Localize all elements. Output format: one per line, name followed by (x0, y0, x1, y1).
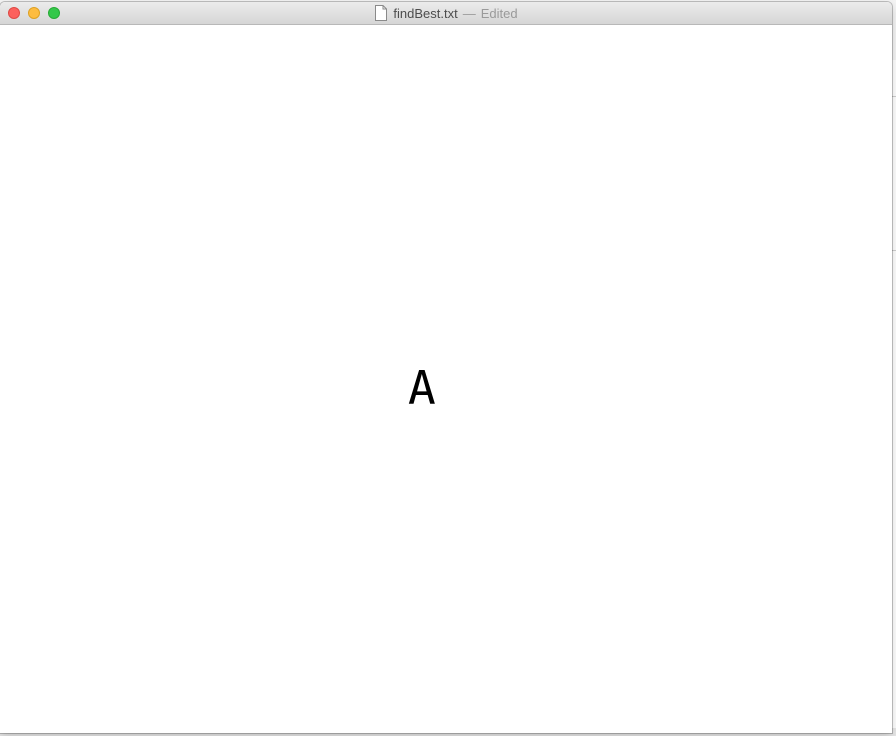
title-bar[interactable]: findBest.txt — Edited (0, 2, 892, 25)
text-editor-window: findBest.txt — Edited A (0, 2, 892, 733)
text-editor-area[interactable]: A (0, 25, 892, 733)
document-icon[interactable] (374, 5, 388, 21)
window-title: findBest.txt — Edited (0, 2, 892, 24)
document-text[interactable]: A (408, 365, 436, 411)
title-separator: — (462, 5, 476, 21)
edited-status[interactable]: Edited (481, 6, 518, 21)
window-filename: findBest.txt (393, 5, 458, 21)
